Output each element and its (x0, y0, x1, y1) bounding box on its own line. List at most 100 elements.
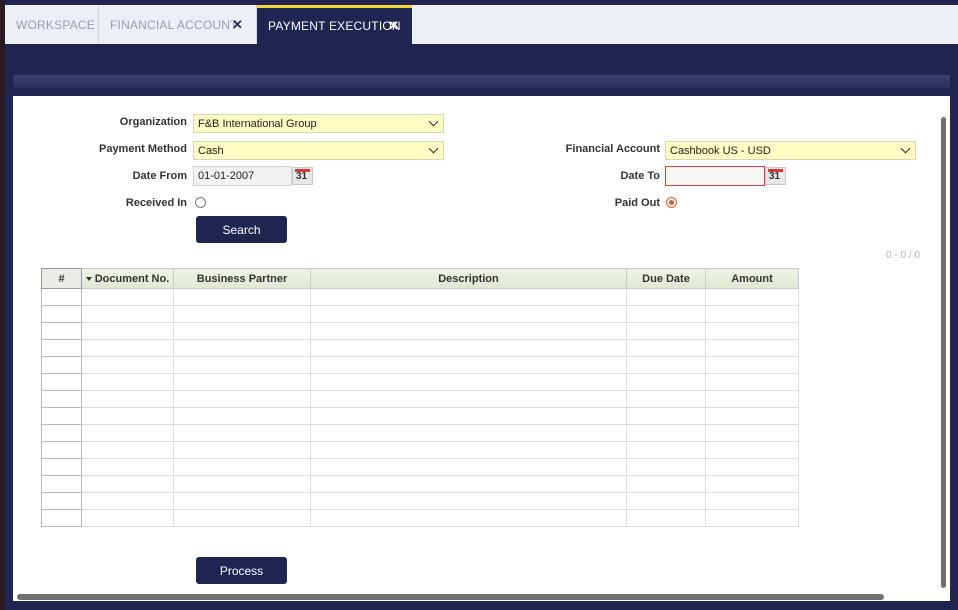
calendar-icon[interactable]: 31 (765, 167, 786, 185)
table-row[interactable] (41, 390, 799, 408)
table-cell[interactable] (626, 356, 706, 374)
table-cell[interactable] (173, 373, 311, 391)
table-cell[interactable] (310, 305, 627, 323)
table-cell[interactable] (310, 407, 627, 425)
table-row[interactable] (41, 407, 799, 425)
received-in-radio[interactable] (195, 197, 206, 208)
table-cell[interactable] (705, 305, 799, 323)
table-cell[interactable] (41, 424, 82, 442)
table-cell[interactable] (41, 458, 82, 476)
table-cell[interactable] (41, 373, 82, 391)
table-cell[interactable] (41, 322, 82, 340)
tab-payment-execution[interactable]: PAYMENT EXECUTION ✕ (257, 5, 412, 44)
table-cell[interactable] (81, 458, 174, 476)
table-cell[interactable] (310, 424, 627, 442)
table-row[interactable] (41, 424, 799, 442)
table-row[interactable] (41, 322, 799, 340)
table-cell[interactable] (41, 356, 82, 374)
table-row[interactable] (41, 356, 799, 374)
search-button[interactable]: Search (196, 216, 287, 243)
table-cell[interactable] (705, 339, 799, 357)
table-cell[interactable] (705, 288, 799, 306)
table-cell[interactable] (173, 390, 311, 408)
table-cell[interactable] (41, 441, 82, 459)
table-cell[interactable] (41, 339, 82, 357)
table-cell[interactable] (173, 492, 311, 510)
table-cell[interactable] (626, 390, 706, 408)
table-cell[interactable] (81, 424, 174, 442)
table-cell[interactable] (626, 407, 706, 425)
table-cell[interactable] (41, 390, 82, 408)
horizontal-scrollbar[interactable] (17, 594, 884, 600)
table-cell[interactable] (173, 407, 311, 425)
table-row[interactable] (41, 441, 799, 459)
table-cell[interactable] (81, 509, 174, 527)
table-cell[interactable] (626, 475, 706, 493)
table-cell[interactable] (310, 441, 627, 459)
table-row[interactable] (41, 509, 799, 527)
table-cell[interactable] (626, 339, 706, 357)
table-row[interactable] (41, 288, 799, 306)
payment-method-select[interactable]: Cash (193, 141, 444, 160)
tab-financial-account[interactable]: FINANCIAL ACCOUNT ✕ (99, 5, 256, 44)
table-cell[interactable] (626, 441, 706, 459)
column-header-description[interactable]: Description (310, 268, 627, 289)
table-row[interactable] (41, 492, 799, 510)
table-cell[interactable] (705, 373, 799, 391)
table-cell[interactable] (173, 288, 311, 306)
table-cell[interactable] (626, 322, 706, 340)
organization-select[interactable]: F&B International Group (193, 114, 444, 133)
table-cell[interactable] (705, 322, 799, 340)
table-cell[interactable] (310, 322, 627, 340)
table-cell[interactable] (310, 458, 627, 476)
table-cell[interactable] (81, 492, 174, 510)
date-from-input[interactable]: 01-01-2007 (193, 166, 292, 186)
date-to-input[interactable] (665, 166, 765, 186)
table-cell[interactable] (41, 475, 82, 493)
table-cell[interactable] (705, 458, 799, 476)
table-cell[interactable] (310, 390, 627, 408)
table-cell[interactable] (173, 475, 311, 493)
table-cell[interactable] (81, 390, 174, 408)
table-cell[interactable] (626, 492, 706, 510)
table-cell[interactable] (81, 356, 174, 374)
table-cell[interactable] (81, 322, 174, 340)
column-header-document-no[interactable]: Document No. (81, 268, 174, 289)
table-cell[interactable] (81, 288, 174, 306)
table-row[interactable] (41, 305, 799, 323)
table-cell[interactable] (310, 288, 627, 306)
table-cell[interactable] (705, 475, 799, 493)
table-cell[interactable] (705, 509, 799, 527)
table-cell[interactable] (173, 356, 311, 374)
table-cell[interactable] (310, 339, 627, 357)
financial-account-select[interactable]: Cashbook US - USD (665, 141, 916, 160)
table-row[interactable] (41, 339, 799, 357)
table-cell[interactable] (41, 509, 82, 527)
table-cell[interactable] (173, 458, 311, 476)
table-row[interactable] (41, 373, 799, 391)
table-cell[interactable] (41, 492, 82, 510)
vertical-scrollbar[interactable] (941, 117, 946, 588)
paid-out-radio[interactable] (666, 197, 677, 208)
table-cell[interactable] (310, 492, 627, 510)
table-cell[interactable] (705, 492, 799, 510)
column-header-business-partner[interactable]: Business Partner (173, 268, 311, 289)
table-cell[interactable] (310, 356, 627, 374)
table-cell[interactable] (705, 441, 799, 459)
table-cell[interactable] (626, 288, 706, 306)
tab-workspace[interactable]: WORKSPACE (5, 5, 98, 44)
table-cell[interactable] (81, 475, 174, 493)
close-icon[interactable]: ✕ (388, 18, 399, 34)
table-cell[interactable] (173, 339, 311, 357)
table-cell[interactable] (705, 390, 799, 408)
column-header-due-date[interactable]: Due Date (626, 268, 706, 289)
table-cell[interactable] (81, 305, 174, 323)
table-cell[interactable] (81, 407, 174, 425)
table-row[interactable] (41, 458, 799, 476)
table-cell[interactable] (81, 373, 174, 391)
table-cell[interactable] (173, 424, 311, 442)
table-cell[interactable] (626, 458, 706, 476)
table-cell[interactable] (81, 339, 174, 357)
calendar-icon[interactable]: 31 (292, 167, 313, 185)
table-cell[interactable] (705, 407, 799, 425)
